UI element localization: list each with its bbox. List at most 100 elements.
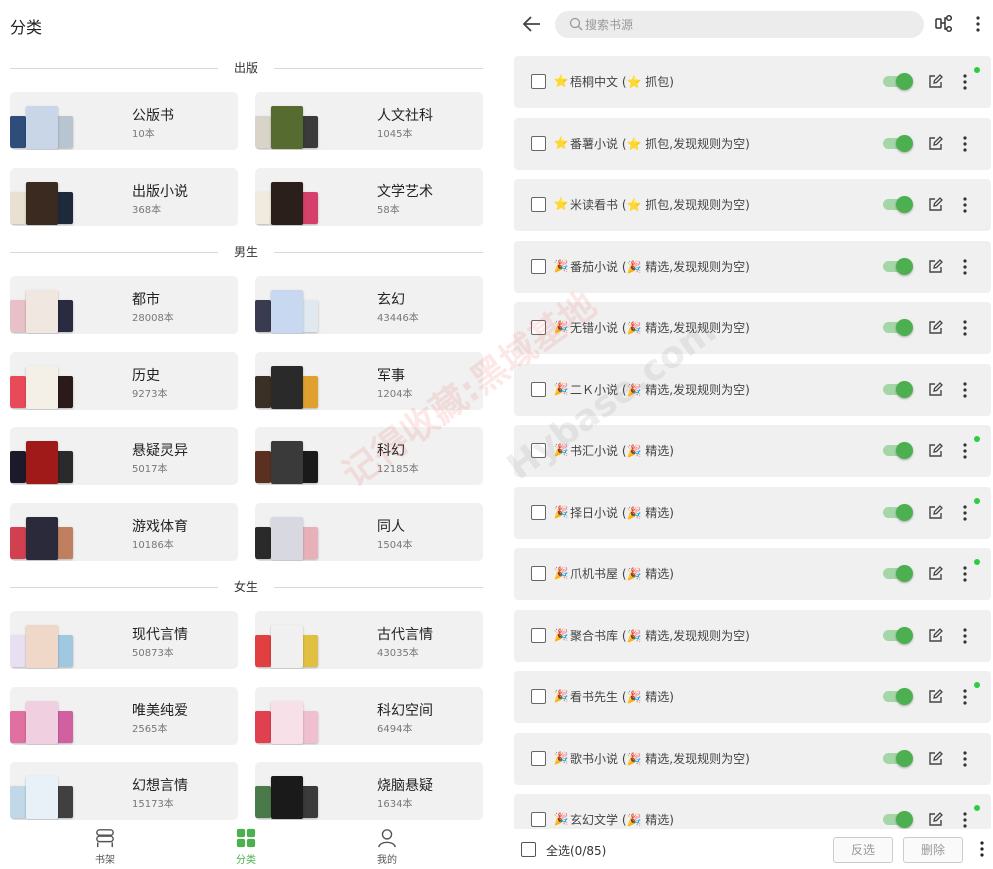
source-checkbox[interactable] bbox=[531, 812, 546, 827]
source-checkbox[interactable] bbox=[531, 689, 546, 704]
source-enable-toggle[interactable] bbox=[883, 811, 913, 828]
book-cover bbox=[255, 116, 271, 148]
group-icon[interactable] bbox=[935, 14, 955, 34]
more-vert-icon[interactable] bbox=[960, 441, 970, 461]
source-row[interactable]: ⭐ 番薯小说 (⭐ 抓包,发现规则为空) bbox=[514, 117, 991, 170]
edit-icon[interactable] bbox=[928, 442, 944, 458]
category-card[interactable]: 游戏体育 10186本 bbox=[10, 502, 238, 561]
category-card[interactable]: 同人 1504本 bbox=[255, 502, 483, 561]
source-checkbox[interactable] bbox=[531, 320, 546, 335]
source-enable-toggle[interactable] bbox=[883, 442, 913, 459]
more-vert-icon[interactable] bbox=[960, 318, 970, 338]
search-input[interactable] bbox=[585, 14, 905, 35]
category-card[interactable]: 悬疑灵异 5017本 bbox=[10, 427, 238, 485]
source-enable-toggle[interactable] bbox=[883, 319, 913, 336]
delete-button[interactable]: 删除 bbox=[903, 837, 963, 863]
edit-icon[interactable] bbox=[928, 196, 944, 212]
edit-icon[interactable] bbox=[928, 688, 944, 704]
source-enable-toggle[interactable] bbox=[883, 73, 913, 90]
source-row[interactable]: ⭐ 梧桐中文 (⭐ 抓包) bbox=[514, 56, 991, 108]
source-row[interactable]: 🎉 无错小说 (🎉 精选,发现规则为空) bbox=[514, 302, 991, 354]
more-vert-icon[interactable] bbox=[960, 72, 970, 92]
book-covers bbox=[10, 103, 76, 149]
source-checkbox[interactable] bbox=[531, 74, 546, 89]
source-enable-toggle[interactable] bbox=[883, 688, 913, 705]
source-checkbox[interactable] bbox=[531, 381, 546, 397]
more-vert-icon[interactable] bbox=[960, 195, 970, 215]
source-checkbox[interactable] bbox=[531, 566, 546, 581]
edit-icon[interactable] bbox=[928, 565, 944, 581]
back-arrow-icon[interactable] bbox=[521, 13, 543, 35]
more-vert-icon[interactable] bbox=[960, 564, 970, 584]
category-card[interactable]: 唯美纯爱 2565本 bbox=[10, 686, 238, 745]
nav-bookshelf[interactable]: 书架 bbox=[75, 828, 135, 868]
source-checkbox[interactable] bbox=[531, 135, 546, 151]
source-checkbox[interactable] bbox=[531, 258, 546, 274]
edit-icon[interactable] bbox=[928, 750, 944, 766]
more-vert-icon[interactable] bbox=[960, 810, 970, 830]
more-vert-icon[interactable] bbox=[960, 687, 970, 707]
source-checkbox[interactable] bbox=[531, 443, 546, 458]
source-row[interactable]: ⭐ 米读看书 (⭐ 抓包,发现规则为空) bbox=[514, 179, 991, 231]
category-count: 1504本 bbox=[377, 539, 413, 551]
source-row[interactable]: 🎉 择日小说 (🎉 精选) bbox=[514, 486, 991, 539]
more-vert-icon[interactable] bbox=[960, 503, 970, 523]
category-card[interactable]: 出版小说 368本 bbox=[10, 167, 238, 226]
edit-icon[interactable] bbox=[928, 73, 944, 89]
source-enable-toggle[interactable] bbox=[883, 257, 913, 275]
category-card[interactable]: 玄幻 43446本 bbox=[255, 276, 483, 334]
category-card[interactable]: 科幻 12185本 bbox=[255, 427, 483, 485]
invert-selection-button[interactable]: 反选 bbox=[833, 837, 893, 863]
source-enable-toggle[interactable] bbox=[883, 749, 913, 767]
category-card[interactable]: 历史 9273本 bbox=[10, 351, 238, 410]
more-vert-icon[interactable] bbox=[960, 749, 970, 769]
more-vert-icon[interactable] bbox=[973, 14, 983, 34]
source-enable-toggle[interactable] bbox=[883, 380, 913, 398]
more-vert-icon[interactable] bbox=[960, 380, 970, 400]
source-checkbox[interactable] bbox=[531, 197, 546, 212]
book-cover bbox=[271, 516, 303, 560]
source-checkbox[interactable] bbox=[531, 504, 546, 520]
source-emoji-icon: ⭐ bbox=[553, 74, 569, 88]
select-all-checkbox[interactable] bbox=[521, 842, 536, 857]
source-checkbox[interactable] bbox=[531, 750, 546, 766]
more-vert-icon[interactable] bbox=[960, 257, 970, 277]
category-card[interactable]: 烧脑悬疑 1634本 bbox=[255, 762, 483, 820]
category-card[interactable]: 幻想言情 15173本 bbox=[10, 762, 238, 820]
more-vert-icon[interactable] bbox=[960, 626, 970, 646]
source-row[interactable]: 🎉 歌书小说 (🎉 精选,发现规则为空) bbox=[514, 732, 991, 785]
more-vert-icon[interactable] bbox=[960, 134, 970, 154]
edit-icon[interactable] bbox=[928, 811, 944, 827]
edit-icon[interactable] bbox=[928, 627, 944, 643]
source-row[interactable]: 🎉 看书先生 (🎉 精选) bbox=[514, 671, 991, 723]
edit-icon[interactable] bbox=[928, 319, 944, 335]
category-card[interactable]: 军事 1204本 bbox=[255, 351, 483, 410]
edit-icon[interactable] bbox=[928, 258, 944, 274]
update-indicator bbox=[974, 436, 980, 442]
source-enable-toggle[interactable] bbox=[883, 196, 913, 213]
category-card[interactable]: 现代言情 50873本 bbox=[10, 611, 238, 669]
category-card[interactable]: 都市 28008本 bbox=[10, 276, 238, 334]
more-vert-icon[interactable] bbox=[977, 839, 987, 859]
source-row[interactable]: 🎉 聚合书库 (🎉 精选,发现规则为空) bbox=[514, 609, 991, 662]
source-row[interactable]: 🎉 书汇小说 (🎉 精选) bbox=[514, 425, 991, 477]
source-enable-toggle[interactable] bbox=[883, 503, 913, 521]
edit-icon[interactable] bbox=[928, 504, 944, 520]
category-card[interactable]: 人文社科 1045本 bbox=[255, 92, 483, 150]
source-enable-toggle[interactable] bbox=[883, 134, 913, 152]
category-card[interactable]: 古代言情 43035本 bbox=[255, 611, 483, 669]
nav-category[interactable]: 分类 bbox=[216, 828, 276, 868]
edit-icon[interactable] bbox=[928, 135, 944, 151]
category-card[interactable]: 文学艺术 58本 bbox=[255, 167, 483, 226]
edit-icon[interactable] bbox=[928, 381, 944, 397]
category-card[interactable]: 科幻空间 6494本 bbox=[255, 686, 483, 745]
source-checkbox[interactable] bbox=[531, 627, 546, 643]
category-card[interactable]: 公版书 10本 bbox=[10, 92, 238, 150]
source-row[interactable]: 🎉 爪机书屋 (🎉 精选) bbox=[514, 548, 991, 600]
source-enable-toggle[interactable] bbox=[883, 626, 913, 644]
nav-mine[interactable]: 我的 bbox=[357, 828, 417, 868]
source-row[interactable]: 🎉 二Ｋ小说 (🎉 精选,发现规则为空) bbox=[514, 363, 991, 416]
source-enable-toggle[interactable] bbox=[883, 565, 913, 582]
source-row[interactable]: 🎉 番茄小说 (🎉 精选,发现规则为空) bbox=[514, 240, 991, 293]
search-bar[interactable] bbox=[555, 11, 924, 38]
